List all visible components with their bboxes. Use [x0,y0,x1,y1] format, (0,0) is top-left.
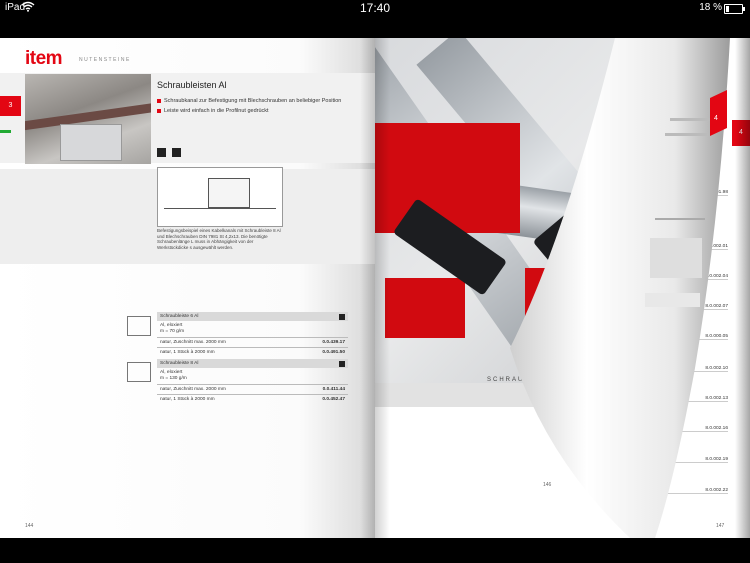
diagram-part [208,178,250,208]
status-bar: iPad 17:40 18 % [0,0,750,16]
mounting-diagram [157,167,283,227]
table-header: Schraubleiste 6 Al [157,312,348,321]
screw-symbol-icon [172,148,181,157]
red-bin [375,123,520,233]
catalog-book[interactable]: item NUTENSTEINE 3 Schraubleisten Al Sch… [0,38,750,538]
product-table-6: Schraubleiste 6 Al Al, eloxiert m = 70 g… [157,312,348,357]
row-code: 0.0.452.47 [322,397,345,402]
bullet-item: Schraubkanal zur Befestigung mit Blechsc… [157,96,341,106]
chapter-tab[interactable]: 3 [0,96,21,116]
row-label: natur, 1 Stück à 2000 mm [160,350,215,355]
weight-text: m = 70 g/m [160,329,185,334]
row-label: natur, 1 Stück à 2000 mm [160,397,215,402]
profile-drawing-6 [127,316,151,336]
curl-line [655,218,705,220]
diagram-caption: Befestigungsbeispiel eines Kabelkanals m… [157,228,281,250]
battery-icon [724,4,745,14]
table-row[interactable]: natur, 1 Stück à 2000 mm 0.0.491.50 [157,347,348,357]
logo-subtitle: NUTENSTEINE [79,57,131,63]
row-code: 0.0.491.50 [322,350,345,355]
screw-symbol-icon [339,313,345,320]
diagram-line [164,208,276,209]
edge-shadow [735,38,750,538]
table-title: Schraubleiste 8 Al [160,361,199,366]
curl-red-tab [710,90,727,136]
book-spine [360,38,390,538]
bullet-text: Leiste wird einfach in die Profilnut ged… [164,108,269,114]
row-code: 0.0.439.17 [322,340,345,345]
table-header: Schraubleiste 8 Al [157,359,348,368]
weight-text: m = 130 g/m [160,376,187,381]
curl-sheet [510,38,730,538]
bullet-item: Leiste wird einfach in die Profilnut ged… [157,106,341,116]
table-row[interactable]: natur, 1 Stück à 2000 mm 0.0.452.47 [157,394,348,404]
curl-block [645,293,700,307]
clock: 17:40 [359,1,391,15]
item-logo: item [25,48,63,69]
bullet-icon [157,99,161,103]
product-table-8: Schraubleiste 8 Al Al, eloxiert m = 130 … [157,359,348,404]
profile-drawing-8 [127,362,151,382]
red-bin [385,278,465,338]
left-page[interactable]: item NUTENSTEINE 3 Schraubleisten Al Sch… [0,38,375,538]
curl-image [650,238,702,278]
green-marker [0,130,11,133]
bullet-text: Schraubkanal zur Befestigung mit Blechsc… [164,98,342,104]
photo-profile [60,124,122,161]
curl-line [670,118,710,121]
page-number-right: 147 [716,523,725,529]
table-sub: Al, eloxiert m = 130 g/m [157,368,348,384]
page-number-left: 144 [25,523,34,529]
table-title: Schraubleiste 6 Al [160,314,199,319]
curl-line [665,133,707,136]
curl-page-number: 146 [543,482,552,488]
product-title: Schraubleisten Al [157,80,227,90]
screw-symbol-icon [339,360,345,367]
battery-percent: 18 % [699,2,722,13]
table-sub: Al, eloxiert m = 70 g/m [157,321,348,337]
bullet-icon [157,109,161,113]
bullet-list: Schraubkanal zur Befestigung mit Blechsc… [157,96,341,116]
row-label: natur, Zuschnitt max. 2000 mm [160,387,226,392]
row-label: natur, Zuschnitt max. 2000 mm [160,340,226,345]
screw-symbol-icon [157,148,166,157]
page-curl[interactable]: 4 146 [505,38,750,538]
table-row[interactable]: natur, Zuschnitt max. 2000 mm 0.0.439.17 [157,337,348,347]
product-photo [25,74,151,164]
curl-tab-label: 4 [714,115,718,122]
table-row[interactable]: natur, Zuschnitt max. 2000 mm 0.0.411.44 [157,384,348,394]
row-code: 0.0.411.44 [322,387,345,392]
battery-level [726,6,729,12]
